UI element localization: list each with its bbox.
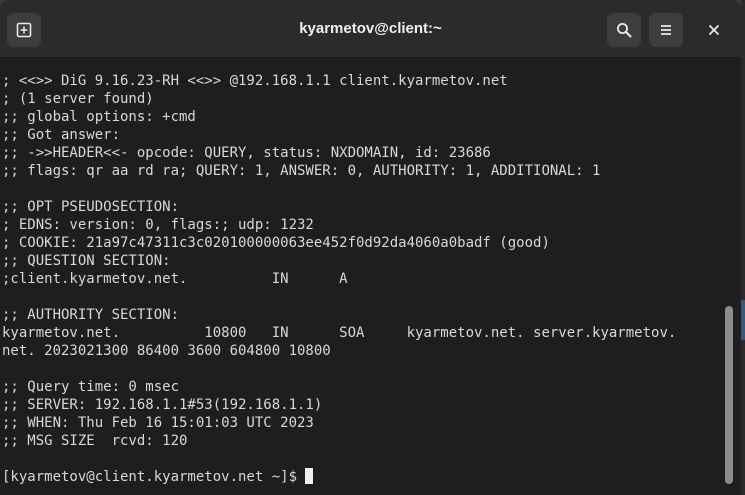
text-cursor <box>305 468 314 484</box>
terminal-line: ;; global options: +cmd <box>2 109 196 125</box>
prompt-line[interactable]: [kyarmetov@client.kyarmetov.net ~]$ <box>0 468 722 486</box>
window-edge <box>741 0 745 495</box>
close-button[interactable] <box>697 13 731 47</box>
terminal-line: ; EDNS: version: 0, flags:; udp: 1232 <box>2 217 314 233</box>
terminal-window: kyarmetov@client:~ ; <<>> DiG 9.16.23-RH… <box>0 0 741 495</box>
terminal-text: ; <<>> DiG 9.16.23-RH <<>> @192.168.1.1 … <box>0 58 722 468</box>
terminal-line: ;; MSG SIZE rcvd: 120 <box>2 433 188 449</box>
terminal-line: ; <<>> DiG 9.16.23-RH <<>> @192.168.1.1 … <box>2 73 508 89</box>
terminal-line: ;; WHEN: Thu Feb 16 15:01:03 UTC 2023 <box>2 415 314 431</box>
header-bar: kyarmetov@client:~ <box>0 0 741 58</box>
close-icon <box>709 25 719 35</box>
terminal-line: ;; QUESTION SECTION: <box>2 253 171 269</box>
terminal-line: ;; Query time: 0 msec <box>2 379 180 395</box>
terminal-line: ;; SERVER: 192.168.1.1#53(192.168.1.1) <box>2 397 323 413</box>
hamburger-menu-icon <box>661 25 671 35</box>
background-window-edge <box>741 300 745 340</box>
terminal-line: ;; OPT PSEUDOSECTION: <box>2 199 180 215</box>
terminal-line: ; COOKIE: 21a97c47311c3c020100000063ee45… <box>2 235 550 251</box>
search-button[interactable] <box>607 13 641 47</box>
terminal-line: ; (1 server found) <box>2 91 154 107</box>
terminal-line: net. 2023021300 86400 3600 604800 10800 <box>2 343 331 359</box>
terminal-line: ;client.kyarmetov.net. IN A <box>2 271 348 287</box>
menu-button[interactable] <box>649 13 683 47</box>
scrollbar-thumb[interactable] <box>725 306 733 484</box>
terminal-line: ;; Got answer: <box>2 127 121 143</box>
terminal-output[interactable]: ; <<>> DiG 9.16.23-RH <<>> @192.168.1.1 … <box>0 58 722 495</box>
shell-prompt: [kyarmetov@client.kyarmetov.net ~]$ <box>2 469 306 485</box>
search-icon <box>617 23 632 38</box>
terminal-line: kyarmetov.net. 10800 IN SOA kyarmetov.ne… <box>2 325 677 341</box>
terminal-line: ;; flags: qr aa rd ra; QUERY: 1, ANSWER:… <box>2 163 601 179</box>
terminal-line: ;; AUTHORITY SECTION: <box>2 307 180 323</box>
terminal-line: ;; ->>HEADER<<- opcode: QUERY, status: N… <box>2 145 491 161</box>
